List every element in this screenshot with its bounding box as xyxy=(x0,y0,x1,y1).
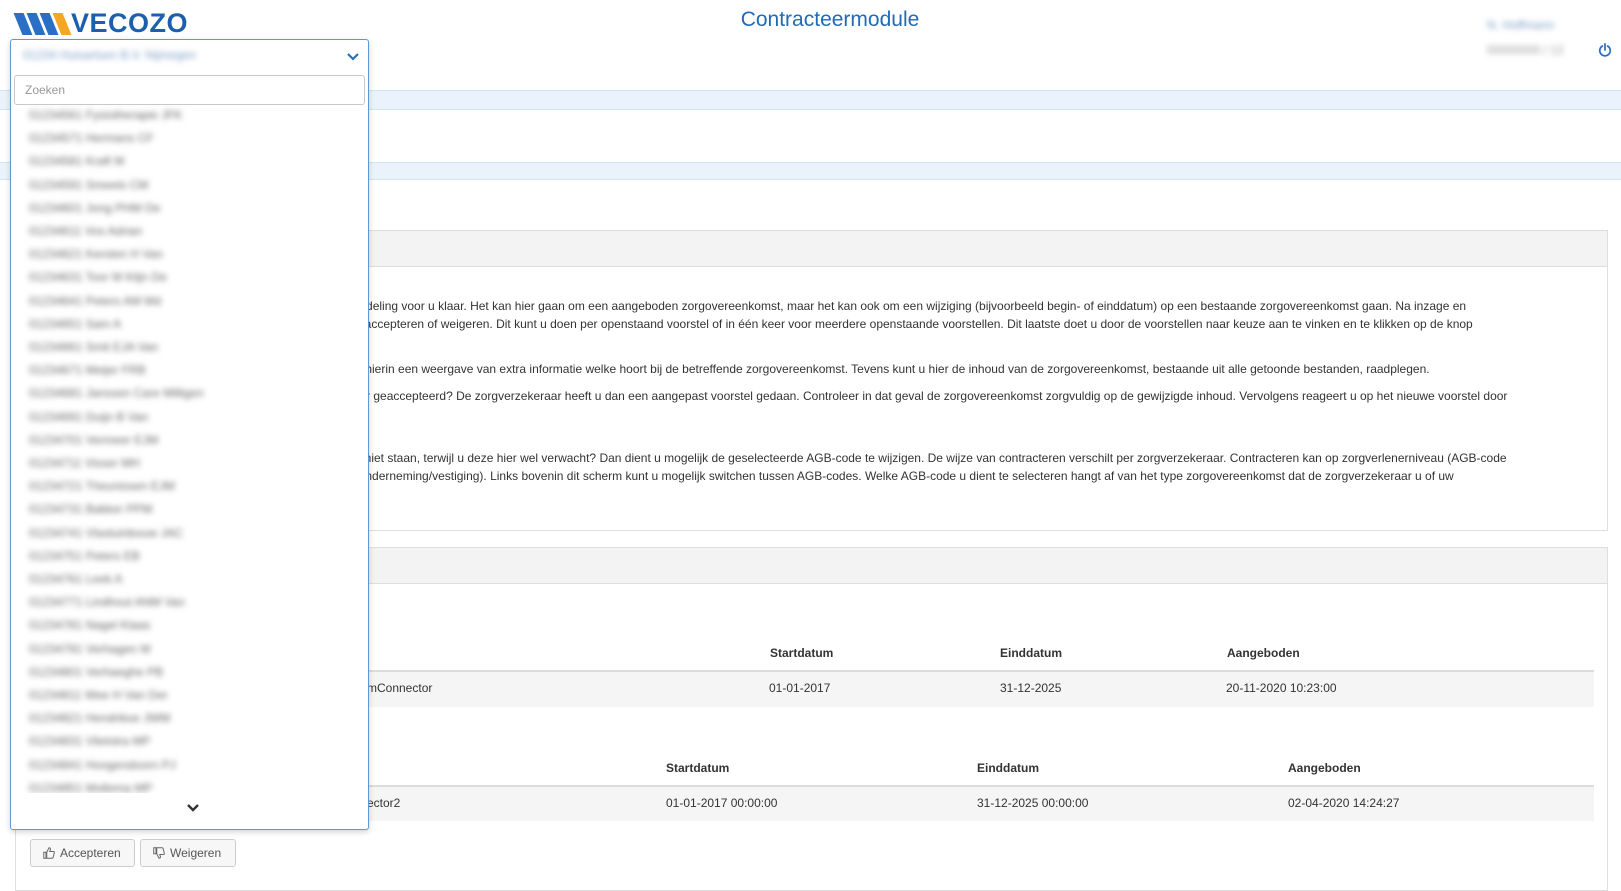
agb-option[interactable]: 01234801 Verhaeghe PB xyxy=(29,665,163,679)
thumbs-up-icon xyxy=(43,847,55,859)
table2-header-einddatum[interactable]: Einddatum xyxy=(977,761,1039,775)
table1-row-name[interactable]: mConnector xyxy=(367,681,432,695)
agb-option[interactable]: 01234761 Leek A xyxy=(29,572,122,586)
chevron-down-icon[interactable] xyxy=(186,802,200,814)
table2-header-startdatum[interactable]: Startdatum xyxy=(666,761,729,775)
user-organisation: 00000000 / 12 xyxy=(1487,43,1564,57)
agb-option[interactable]: 01234631 Toor M Klijn De xyxy=(29,270,167,284)
reject-button[interactable]: Weigeren xyxy=(140,839,236,867)
agb-option[interactable]: 01234661 Smit EJA Van xyxy=(29,340,158,354)
accept-button[interactable]: Accepteren xyxy=(30,839,135,867)
table2-row-name[interactable]: ector2 xyxy=(367,796,400,810)
agb-option[interactable]: 01234731 Bakker PPM xyxy=(29,502,152,516)
table1-header-einddatum[interactable]: Einddatum xyxy=(1000,646,1062,660)
table2-row-offered: 02-04-2020 14:24:27 xyxy=(1288,796,1400,810)
table2-row-start: 01-01-2017 00:00:00 xyxy=(666,796,778,810)
thumbs-down-icon xyxy=(153,847,165,859)
table2-row-end: 31-12-2025 00:00:00 xyxy=(977,796,1089,810)
table1-row-offered: 20-11-2020 10:23:00 xyxy=(1226,681,1337,695)
agb-option[interactable]: 01234691 Duijn B Van xyxy=(29,410,148,424)
agb-option[interactable]: 01234651 Sam A xyxy=(29,317,121,331)
info-paragraph-1-line-2: eze accepteren of weigeren. Dit kunt u d… xyxy=(342,317,1473,331)
agb-option[interactable]: 01234781 Nagel Klaas xyxy=(29,618,150,632)
agb-option[interactable]: 01234711 Visser MH xyxy=(29,456,140,470)
agb-option[interactable]: 01234811 Wee H Van Der xyxy=(29,688,168,702)
table1-row-end: 31-12-2025 xyxy=(1000,681,1062,695)
agb-option[interactable]: 01234841 Hoogendoorn PJ xyxy=(29,758,176,772)
page-title: Contracteermodule xyxy=(740,8,920,31)
power-icon[interactable] xyxy=(1598,43,1612,57)
agb-option[interactable]: 01234611 Vos Adrian xyxy=(29,224,142,238)
table2-header-aangeboden[interactable]: Aangeboden xyxy=(1288,761,1361,775)
agb-option[interactable]: 01234561 Fysiotherapie JFK xyxy=(29,108,182,122)
agb-option[interactable]: 01234851 Mollema MP xyxy=(29,781,152,793)
agb-option[interactable]: 01234621 Kersten H Van xyxy=(29,247,163,261)
agb-option[interactable]: 01234641 Peters AM Md xyxy=(29,294,161,308)
agb-option[interactable]: 01234721 Theunissen EJM xyxy=(29,479,175,493)
agb-option[interactable]: 01234581 Kraft M xyxy=(29,154,124,168)
agb-option[interactable]: 01234751 Peters EB xyxy=(29,549,140,563)
agb-option[interactable]: 01234601 Jong PHM De xyxy=(29,201,160,215)
reject-button-label: Weigeren xyxy=(170,846,222,860)
agb-option[interactable]: 01234791 Verhagen M xyxy=(29,642,150,656)
agb-option[interactable]: 01234571 Hermans CF xyxy=(29,131,154,145)
table1-header-startdatum[interactable]: Startdatum xyxy=(770,646,833,660)
agb-option[interactable]: 01234591 Smeets CM xyxy=(29,178,148,192)
agb-option[interactable]: 01234741 Vlastuinbouw JAC xyxy=(29,526,183,540)
agb-code-dropdown[interactable]: 01234 Huisartsen B.V. Nijmegen 01234561 … xyxy=(10,39,369,830)
agb-option[interactable]: 01234701 Vermeer EJM xyxy=(29,433,158,447)
agb-code-selected[interactable]: 01234 Huisartsen B.V. Nijmegen xyxy=(23,48,196,62)
user-name[interactable]: N. Hoffmann xyxy=(1487,18,1554,32)
table1-row-start: 01-01-2017 xyxy=(769,681,831,695)
info-paragraph-4-line-2: de onderneming/vestiging). Links bovenin… xyxy=(342,469,1454,483)
agb-option[interactable]: 01234831 Vlietstra MP xyxy=(29,734,150,748)
accept-button-label: Accepteren xyxy=(60,846,121,860)
info-paragraph-2: met hierin een weergave van extra inform… xyxy=(342,362,1430,376)
agb-search-input[interactable] xyxy=(14,75,365,105)
agb-option[interactable]: 01234671 Meijer FRB xyxy=(29,363,146,377)
info-paragraph-3: eraar geaccepteerd? De zorgverzekeraar h… xyxy=(342,389,1508,403)
agb-option[interactable]: 01234771 Lindhout ANM Van xyxy=(29,595,185,609)
agb-option[interactable]: 01234681 Janssen Care Milligen xyxy=(29,386,204,400)
table-row[interactable] xyxy=(367,672,1594,707)
info-paragraph-1-line-1: eoordeling voor u klaar. Het kan hier ga… xyxy=(342,299,1467,313)
chevron-down-icon[interactable] xyxy=(347,52,359,62)
agb-option[interactable]: 01234821 Hendrikse JWM xyxy=(29,711,170,725)
info-paragraph-4-line-1: mst niet staan, terwijl u deze hier wel … xyxy=(342,451,1507,465)
table1-header-aangeboden[interactable]: Aangeboden xyxy=(1227,646,1300,660)
agb-option-list[interactable]: 01234561 Fysiotherapie JFK 01234571 Herma… xyxy=(11,103,368,793)
